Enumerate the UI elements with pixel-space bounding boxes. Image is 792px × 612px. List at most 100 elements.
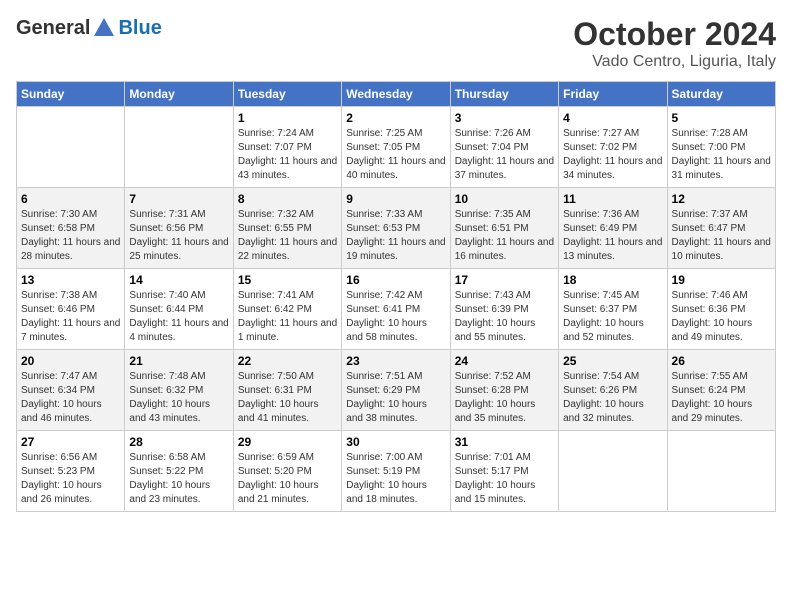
day-info: Sunrise: 7:45 AM Sunset: 6:37 PM Dayligh… [563, 289, 662, 345]
page-header: General Blue October 2024 Vado Centro, L… [16, 16, 776, 71]
day-number: 27 [21, 435, 120, 449]
day-number: 5 [672, 111, 771, 125]
day-number: 1 [238, 111, 337, 125]
calendar-cell: 27 Sunrise: 6:56 AM Sunset: 5:23 PM Dayli… [17, 431, 125, 512]
day-number: 9 [346, 192, 445, 206]
day-number: 19 [672, 273, 771, 287]
day-info: Sunrise: 7:42 AM Sunset: 6:41 PM Dayligh… [346, 289, 445, 345]
calendar-cell: 2 Sunrise: 7:25 AM Sunset: 7:05 PM Daylig… [342, 107, 450, 188]
calendar-cell: 17 Sunrise: 7:43 AM Sunset: 6:39 PM Dayli… [450, 269, 558, 350]
day-number: 30 [346, 435, 445, 449]
day-number: 15 [238, 273, 337, 287]
day-info: Sunrise: 7:31 AM Sunset: 6:56 PM Dayligh… [129, 208, 228, 264]
day-info: Sunrise: 7:36 AM Sunset: 6:49 PM Dayligh… [563, 208, 662, 264]
day-info: Sunrise: 7:52 AM Sunset: 6:28 PM Dayligh… [455, 370, 554, 426]
day-info: Sunrise: 7:48 AM Sunset: 6:32 PM Dayligh… [129, 370, 228, 426]
day-number: 17 [455, 273, 554, 287]
logo: General Blue [16, 16, 162, 40]
calendar-week-2: 6 Sunrise: 7:30 AM Sunset: 6:58 PM Daylig… [17, 188, 776, 269]
day-info: Sunrise: 7:47 AM Sunset: 6:34 PM Dayligh… [21, 370, 120, 426]
calendar-cell: 11 Sunrise: 7:36 AM Sunset: 6:49 PM Dayli… [559, 188, 667, 269]
day-info: Sunrise: 7:27 AM Sunset: 7:02 PM Dayligh… [563, 127, 662, 183]
day-info: Sunrise: 7:43 AM Sunset: 6:39 PM Dayligh… [455, 289, 554, 345]
day-number: 4 [563, 111, 662, 125]
logo-general: General [16, 17, 90, 40]
calendar-cell: 28 Sunrise: 6:58 AM Sunset: 5:22 PM Dayli… [125, 431, 233, 512]
day-info: Sunrise: 7:30 AM Sunset: 6:58 PM Dayligh… [21, 208, 120, 264]
day-number: 13 [21, 273, 120, 287]
day-number: 21 [129, 354, 228, 368]
calendar-cell: 6 Sunrise: 7:30 AM Sunset: 6:58 PM Daylig… [17, 188, 125, 269]
day-info: Sunrise: 6:56 AM Sunset: 5:23 PM Dayligh… [21, 451, 120, 507]
calendar-cell: 30Sunrise: 7:00 AM Sunset: 5:19 PM Dayli… [342, 431, 450, 512]
calendar-cell: 14 Sunrise: 7:40 AM Sunset: 6:44 PM Dayli… [125, 269, 233, 350]
day-number: 10 [455, 192, 554, 206]
calendar-week-3: 13 Sunrise: 7:38 AM Sunset: 6:46 PM Dayli… [17, 269, 776, 350]
calendar-cell: 29Sunrise: 6:59 AM Sunset: 5:20 PM Dayli… [233, 431, 341, 512]
day-info: Sunrise: 7:26 AM Sunset: 7:04 PM Dayligh… [455, 127, 554, 183]
day-info: Sunrise: 7:35 AM Sunset: 6:51 PM Dayligh… [455, 208, 554, 264]
day-number: 8 [238, 192, 337, 206]
calendar-week-4: 20 Sunrise: 7:47 AM Sunset: 6:34 PM Dayli… [17, 350, 776, 431]
day-number: 25 [563, 354, 662, 368]
weekday-header-sunday: Sunday [17, 82, 125, 107]
day-number: 26 [672, 354, 771, 368]
weekday-header-saturday: Saturday [667, 82, 775, 107]
calendar-cell: 31Sunrise: 7:01 AM Sunset: 5:17 PM Dayli… [450, 431, 558, 512]
day-number: 18 [563, 273, 662, 287]
month-title: October 2024 [573, 16, 776, 53]
calendar-cell: 24 Sunrise: 7:52 AM Sunset: 6:28 PM Dayli… [450, 350, 558, 431]
day-number: 28 [129, 435, 228, 449]
weekday-header-monday: Monday [125, 82, 233, 107]
calendar-cell: 15Sunrise: 7:41 AM Sunset: 6:42 PM Dayli… [233, 269, 341, 350]
location: Vado Centro, Liguria, Italy [573, 53, 776, 71]
calendar-cell [17, 107, 125, 188]
day-info: Sunrise: 7:50 AM Sunset: 6:31 PM Dayligh… [238, 370, 337, 426]
calendar-cell: 5 Sunrise: 7:28 AM Sunset: 7:00 PM Daylig… [667, 107, 775, 188]
day-info: Sunrise: 6:58 AM Sunset: 5:22 PM Dayligh… [129, 451, 228, 507]
calendar-cell [667, 431, 775, 512]
day-info: Sunrise: 7:25 AM Sunset: 7:05 PM Dayligh… [346, 127, 445, 183]
calendar-cell: 21 Sunrise: 7:48 AM Sunset: 6:32 PM Dayli… [125, 350, 233, 431]
day-number: 2 [346, 111, 445, 125]
calendar-week-5: 27 Sunrise: 6:56 AM Sunset: 5:23 PM Dayli… [17, 431, 776, 512]
day-number: 14 [129, 273, 228, 287]
day-info: Sunrise: 7:28 AM Sunset: 7:00 PM Dayligh… [672, 127, 771, 183]
title-block: October 2024 Vado Centro, Liguria, Italy [573, 16, 776, 71]
day-number: 16 [346, 273, 445, 287]
calendar-cell: 10 Sunrise: 7:35 AM Sunset: 6:51 PM Dayli… [450, 188, 558, 269]
calendar-week-1: 1 Sunrise: 7:24 AM Sunset: 7:07 PM Daylig… [17, 107, 776, 188]
day-info: Sunrise: 7:55 AM Sunset: 6:24 PM Dayligh… [672, 370, 771, 426]
day-number: 24 [455, 354, 554, 368]
calendar-cell: 16 Sunrise: 7:42 AM Sunset: 6:41 PM Dayli… [342, 269, 450, 350]
calendar-table: SundayMondayTuesdayWednesdayThursdayFrid… [16, 81, 776, 512]
calendar-cell: 25 Sunrise: 7:54 AM Sunset: 6:26 PM Dayli… [559, 350, 667, 431]
day-number: 3 [455, 111, 554, 125]
day-number: 22 [238, 354, 337, 368]
day-info: Sunrise: 7:54 AM Sunset: 6:26 PM Dayligh… [563, 370, 662, 426]
calendar-cell: 12 Sunrise: 7:37 AM Sunset: 6:47 PM Dayli… [667, 188, 775, 269]
calendar-cell: 13 Sunrise: 7:38 AM Sunset: 6:46 PM Dayli… [17, 269, 125, 350]
day-number: 23 [346, 354, 445, 368]
day-info: Sunrise: 7:40 AM Sunset: 6:44 PM Dayligh… [129, 289, 228, 345]
day-number: 12 [672, 192, 771, 206]
day-number: 11 [563, 192, 662, 206]
day-info: Sunrise: 7:38 AM Sunset: 6:46 PM Dayligh… [21, 289, 120, 345]
calendar-cell: 22 Sunrise: 7:50 AM Sunset: 6:31 PM Dayli… [233, 350, 341, 431]
calendar-cell: 26 Sunrise: 7:55 AM Sunset: 6:24 PM Dayli… [667, 350, 775, 431]
day-info: Sunrise: 7:37 AM Sunset: 6:47 PM Dayligh… [672, 208, 771, 264]
logo-blue: Blue [118, 17, 161, 40]
calendar-cell: 19Sunrise: 7:46 AM Sunset: 6:36 PM Dayli… [667, 269, 775, 350]
day-number: 31 [455, 435, 554, 449]
logo-icon [92, 16, 116, 40]
calendar-cell: 18 Sunrise: 7:45 AM Sunset: 6:37 PM Dayli… [559, 269, 667, 350]
day-number: 20 [21, 354, 120, 368]
calendar-cell: 9Sunrise: 7:33 AM Sunset: 6:53 PM Daylig… [342, 188, 450, 269]
calendar-cell: 8Sunrise: 7:32 AM Sunset: 6:55 PM Daylig… [233, 188, 341, 269]
weekday-header-tuesday: Tuesday [233, 82, 341, 107]
calendar-cell [125, 107, 233, 188]
day-info: Sunrise: 7:24 AM Sunset: 7:07 PM Dayligh… [238, 127, 337, 183]
day-number: 6 [21, 192, 120, 206]
weekday-header-wednesday: Wednesday [342, 82, 450, 107]
calendar-cell: 7Sunrise: 7:31 AM Sunset: 6:56 PM Daylig… [125, 188, 233, 269]
